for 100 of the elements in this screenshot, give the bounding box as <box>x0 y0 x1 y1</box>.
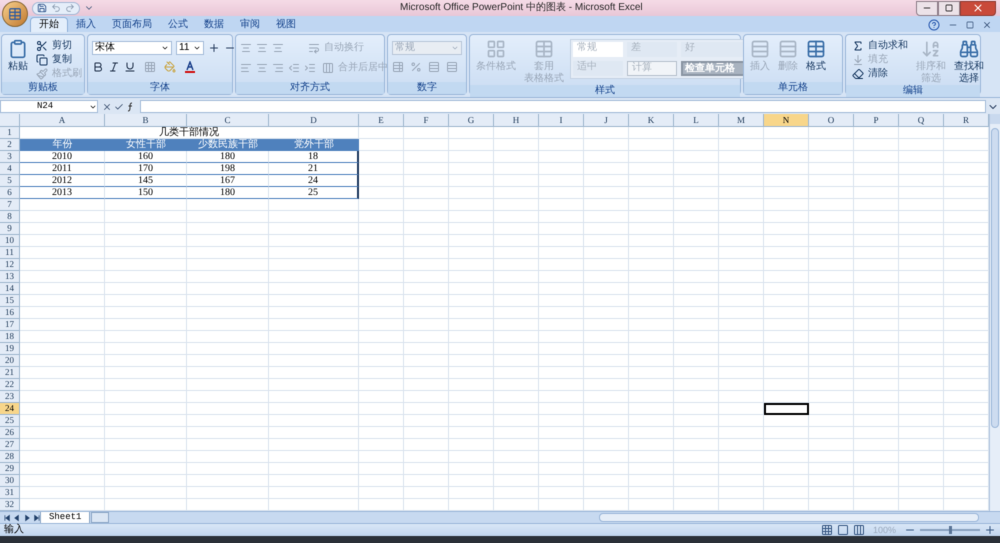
indent-decrease-icon[interactable] <box>288 62 300 74</box>
row-header[interactable]: 13 <box>0 271 20 283</box>
sheet-tab[interactable]: Sheet1 <box>40 512 90 524</box>
row-header[interactable]: 10 <box>0 235 20 247</box>
ribbon-tab[interactable]: 审阅 <box>232 17 268 32</box>
restore-icon[interactable] <box>966 20 974 28</box>
font-name-field[interactable]: 宋体 <box>92 41 172 55</box>
row-header[interactable]: 30 <box>0 475 20 487</box>
row-header[interactable]: 26 <box>0 427 20 439</box>
horizontal-scrollbar[interactable] <box>599 513 980 522</box>
column-header[interactable]: E <box>359 114 404 127</box>
row-header[interactable]: 9 <box>0 223 20 235</box>
align-center-icon[interactable] <box>256 62 268 74</box>
sheet-navigation-icon[interactable] <box>4 514 40 522</box>
insert-sheet-tab[interactable] <box>91 512 110 523</box>
enter-icon[interactable] <box>114 102 124 112</box>
row-header[interactable]: 28 <box>0 451 20 463</box>
close-icon[interactable] <box>982 20 992 30</box>
row-header[interactable]: 32 <box>0 499 20 511</box>
ribbon-button[interactable]: 格式 <box>804 39 828 73</box>
maximize-button[interactable] <box>938 0 960 16</box>
undo-icon[interactable] <box>51 3 61 13</box>
row-header[interactable]: 17 <box>0 319 20 331</box>
name-box[interactable]: N24 <box>0 100 98 113</box>
column-header[interactable]: A <box>20 114 105 127</box>
formula-field[interactable] <box>140 100 986 113</box>
row-header[interactable]: 15 <box>0 295 20 307</box>
percent-icon[interactable] <box>410 61 422 73</box>
row-header[interactable]: 20 <box>0 355 20 367</box>
ribbon-button[interactable]: 自动求和 <box>850 39 910 53</box>
column-header[interactable]: J <box>584 114 629 127</box>
zoom-slider[interactable] <box>920 526 980 534</box>
row-header[interactable]: 3 <box>0 151 20 163</box>
row-header[interactable]: 2 <box>0 139 20 151</box>
page-layout-icon[interactable] <box>836 524 849 536</box>
underline-icon[interactable] <box>124 61 136 73</box>
align-right-icon[interactable] <box>272 62 284 74</box>
row-header[interactable]: 8 <box>0 211 20 223</box>
row-header[interactable]: 19 <box>0 343 20 355</box>
zoom-in-icon[interactable] <box>984 524 996 536</box>
redo-icon[interactable] <box>65 3 75 13</box>
ribbon-tab[interactable]: 开始 <box>30 17 68 32</box>
select-all-corner[interactable] <box>0 114 20 127</box>
column-header[interactable]: K <box>629 114 674 127</box>
column-header[interactable]: O <box>809 114 854 127</box>
row-header[interactable]: 11 <box>0 247 20 259</box>
align-top-icon[interactable] <box>240 42 252 54</box>
row-header[interactable]: 5 <box>0 175 20 187</box>
ribbon-tab[interactable]: 视图 <box>268 17 304 32</box>
row-header[interactable]: 22 <box>0 379 20 391</box>
align-left-icon[interactable] <box>240 62 252 74</box>
help-icon[interactable] <box>928 18 940 30</box>
italic-icon[interactable] <box>108 61 120 73</box>
fill-color-icon[interactable] <box>164 61 176 73</box>
font-size-field[interactable]: 11 <box>176 41 204 55</box>
bold-icon[interactable] <box>92 61 104 73</box>
ribbon-button[interactable]: 复制 <box>34 53 84 67</box>
column-header[interactable]: H <box>494 114 539 127</box>
border-icon[interactable] <box>144 61 156 73</box>
row-header[interactable]: 1 <box>0 127 20 139</box>
save-icon[interactable] <box>37 3 47 13</box>
column-header[interactable]: R <box>944 114 989 127</box>
ribbon-tab[interactable]: 公式 <box>160 17 196 32</box>
row-header[interactable]: 31 <box>0 487 20 499</box>
row-header[interactable]: 21 <box>0 367 20 379</box>
page-break-icon[interactable] <box>852 524 865 536</box>
close-button[interactable] <box>960 0 996 16</box>
row-header[interactable]: 7 <box>0 199 20 211</box>
row-header[interactable]: 25 <box>0 415 20 427</box>
row-header[interactable]: 27 <box>0 439 20 451</box>
font-color-icon[interactable] <box>184 61 196 73</box>
column-header[interactable]: F <box>404 114 449 127</box>
ribbon-button[interactable]: 清除 <box>850 67 910 81</box>
row-header[interactable]: 6 <box>0 187 20 199</box>
column-header[interactable]: I <box>539 114 584 127</box>
ribbon-tab[interactable]: 页面布局 <box>104 17 160 32</box>
office-button[interactable] <box>2 1 28 27</box>
column-header[interactable]: B <box>105 114 187 127</box>
row-header[interactable]: 23 <box>0 391 20 403</box>
row-header[interactable]: 24 <box>0 403 20 415</box>
row-header[interactable]: 14 <box>0 283 20 295</box>
vertical-scrollbar[interactable] <box>989 114 1000 511</box>
grow-font-icon[interactable] <box>208 42 220 54</box>
align-bottom-icon[interactable] <box>272 42 284 54</box>
indent-increase-icon[interactable] <box>304 62 316 74</box>
column-header[interactable]: D <box>269 114 359 127</box>
column-header[interactable]: C <box>187 114 269 127</box>
ribbon-button[interactable]: 剪切 <box>34 39 84 53</box>
active-cell[interactable] <box>764 403 809 415</box>
column-header[interactable]: Q <box>899 114 944 127</box>
row-header[interactable]: 4 <box>0 163 20 175</box>
column-header[interactable]: L <box>674 114 719 127</box>
column-header[interactable]: M <box>719 114 764 127</box>
cancel-icon[interactable] <box>102 102 112 112</box>
zoom-slider-thumb[interactable] <box>949 526 952 534</box>
row-header[interactable]: 12 <box>0 259 20 271</box>
normal-view-icon[interactable] <box>820 524 833 536</box>
row-header[interactable]: 18 <box>0 331 20 343</box>
ribbon-button[interactable]: 粘贴 <box>6 39 30 73</box>
row-header[interactable]: 29 <box>0 463 20 475</box>
